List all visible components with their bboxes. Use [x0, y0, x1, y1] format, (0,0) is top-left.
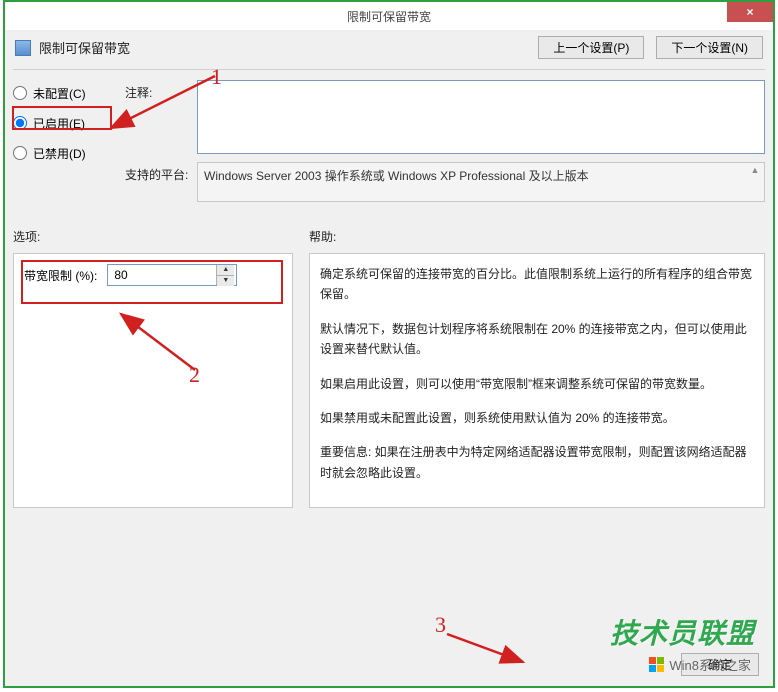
- radio-disabled-label: 已禁用(D): [33, 145, 86, 162]
- options-panel: 带宽限制 (%): ▲ ▼: [13, 253, 293, 508]
- spin-up-button[interactable]: ▲: [217, 265, 234, 276]
- radio-disabled-input[interactable]: [13, 146, 27, 160]
- comment-textarea[interactable]: [197, 80, 765, 154]
- radio-enabled-label: 已启用(E): [33, 115, 85, 132]
- next-setting-button[interactable]: 下一个设置(N): [656, 36, 763, 59]
- radio-enabled-input[interactable]: [13, 116, 27, 130]
- platform-text: Windows Server 2003 操作系统或 Windows XP Pro…: [204, 169, 589, 183]
- help-panel: 确定系统可保留的连接带宽的百分比。此值限制系统上运行的所有程序的组合带宽保留。 …: [309, 253, 765, 508]
- ok-button[interactable]: 确定: [681, 653, 759, 676]
- platform-label: 支持的平台:: [125, 162, 197, 183]
- titlebar: 限制可保留带宽 ×: [5, 2, 773, 30]
- radio-group: 未配置(C) 已启用(E) 已禁用(D): [13, 80, 113, 210]
- bandwidth-spinbox[interactable]: ▲ ▼: [107, 264, 237, 286]
- platform-box: Windows Server 2003 操作系统或 Windows XP Pro…: [197, 162, 765, 202]
- radio-enabled[interactable]: 已启用(E): [13, 114, 113, 132]
- header-row: 限制可保留带宽 上一个设置(P) 下一个设置(N): [13, 30, 765, 63]
- help-paragraph-1: 确定系统可保留的连接带宽的百分比。此值限制系统上运行的所有程序的组合带宽保留。: [320, 264, 754, 305]
- window-title: 限制可保留带宽: [347, 8, 431, 25]
- comment-label: 注释:: [125, 80, 197, 101]
- options-label: 选项:: [13, 228, 293, 245]
- separator: [13, 69, 765, 70]
- help-label: 帮助:: [309, 228, 765, 245]
- bandwidth-limit-label: 带宽限制 (%):: [24, 267, 97, 284]
- help-paragraph-2: 默认情况下，数据包计划程序将系统限制在 20% 的连接带宽之内，但可以使用此设置…: [320, 319, 754, 360]
- radio-not-configured-label: 未配置(C): [33, 85, 86, 102]
- prev-setting-button[interactable]: 上一个设置(P): [538, 36, 644, 59]
- close-button[interactable]: ×: [727, 2, 773, 22]
- help-paragraph-3: 如果启用此设置，则可以使用“带宽限制”框来调整系统可保留的带宽数量。: [320, 374, 754, 394]
- help-paragraph-4: 如果禁用或未配置此设置，则系统使用默认值为 20% 的连接带宽。: [320, 408, 754, 428]
- page-title: 限制可保留带宽: [39, 38, 130, 57]
- bandwidth-input[interactable]: [108, 265, 216, 285]
- scroll-up-icon[interactable]: ▲: [748, 165, 762, 179]
- spin-down-button[interactable]: ▼: [217, 276, 234, 286]
- radio-disabled[interactable]: 已禁用(D): [13, 144, 113, 162]
- policy-icon: [15, 40, 31, 56]
- radio-not-configured-input[interactable]: [13, 86, 27, 100]
- radio-not-configured[interactable]: 未配置(C): [13, 84, 113, 102]
- help-paragraph-5: 重要信息: 如果在注册表中为特定网络适配器设置带宽限制，则配置该网络适配器时就会…: [320, 442, 754, 483]
